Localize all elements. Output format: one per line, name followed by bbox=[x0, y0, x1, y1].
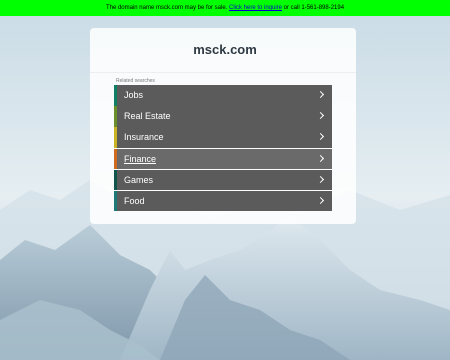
accent-bar bbox=[114, 85, 117, 106]
related-search-label: Insurance bbox=[124, 132, 164, 143]
related-search-item[interactable]: Games bbox=[114, 169, 332, 191]
inquire-link[interactable]: Click here to inquire bbox=[229, 5, 282, 11]
related-search-label: Finance bbox=[124, 153, 157, 164]
related-search-label: Jobs bbox=[124, 90, 144, 100]
banner-text: The domain name msck.com may be for sale… bbox=[105, 5, 229, 11]
chevron-right-icon bbox=[316, 196, 325, 204]
accent-bar bbox=[114, 106, 117, 127]
related-search-label: Games bbox=[124, 174, 154, 185]
chevron-right-icon bbox=[316, 90, 325, 99]
site-title: msck.com bbox=[193, 42, 257, 57]
related-searches-list: Jobs Real Estate Insurance Finance Games Food bbox=[114, 85, 332, 212]
related-search-item[interactable]: Real Estate bbox=[114, 106, 332, 127]
related-search-label: Real Estate bbox=[124, 111, 171, 122]
chevron-right-icon bbox=[316, 133, 325, 141]
chevron-right-icon bbox=[316, 154, 325, 162]
related-search-item[interactable]: Jobs bbox=[114, 85, 332, 106]
related-search-item[interactable]: Food bbox=[114, 190, 332, 212]
chevron-right-icon bbox=[316, 175, 325, 183]
related-search-item[interactable]: Insurance bbox=[114, 127, 332, 148]
related-searches-heading: Related searches bbox=[116, 78, 155, 84]
accent-bar bbox=[114, 190, 117, 212]
related-search-label: Food bbox=[124, 195, 145, 206]
accent-bar bbox=[114, 127, 117, 148]
banner-phone-text: or call 1-561-898-2194 bbox=[282, 5, 345, 11]
accent-bar bbox=[114, 148, 117, 170]
related-search-item[interactable]: Finance bbox=[114, 148, 332, 170]
divider bbox=[90, 72, 356, 73]
accent-bar bbox=[114, 169, 117, 191]
domain-sale-banner: The domain name msck.com may be for sale… bbox=[0, 0, 450, 16]
chevron-right-icon bbox=[316, 112, 325, 120]
